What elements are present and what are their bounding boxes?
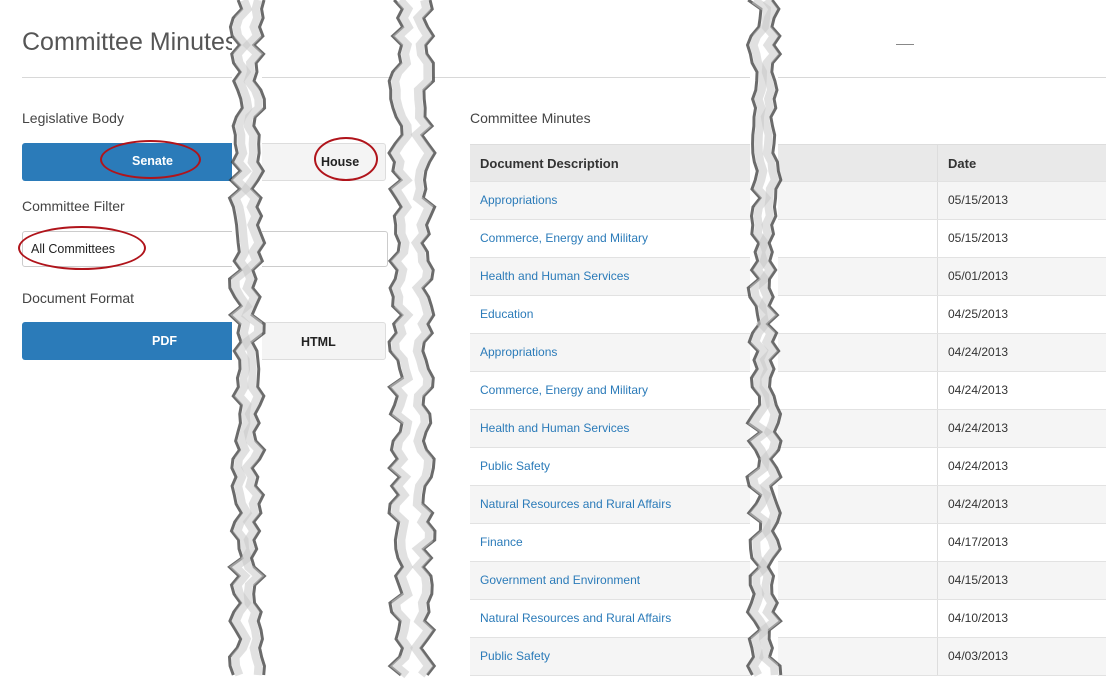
torn-paper-edges — [227, 0, 783, 679]
